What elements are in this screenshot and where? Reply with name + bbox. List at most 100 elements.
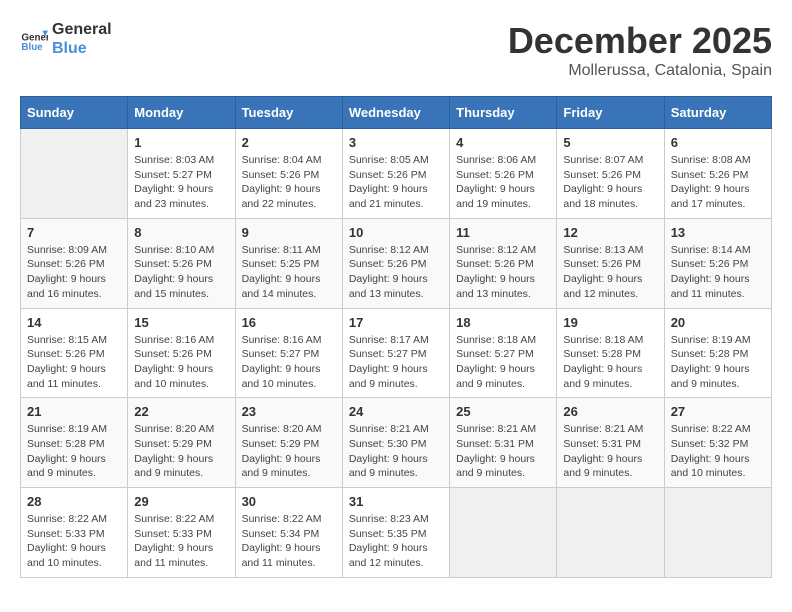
calendar-cell: 27Sunrise: 8:22 AM Sunset: 5:32 PM Dayli… xyxy=(664,398,771,488)
day-info: Sunrise: 8:12 AM Sunset: 5:26 PM Dayligh… xyxy=(349,243,443,302)
day-info: Sunrise: 8:09 AM Sunset: 5:26 PM Dayligh… xyxy=(27,243,121,302)
day-info: Sunrise: 8:10 AM Sunset: 5:26 PM Dayligh… xyxy=(134,243,228,302)
weekday-header-friday: Friday xyxy=(557,97,664,129)
calendar-cell: 24Sunrise: 8:21 AM Sunset: 5:30 PM Dayli… xyxy=(342,398,449,488)
calendar-cell: 14Sunrise: 8:15 AM Sunset: 5:26 PM Dayli… xyxy=(21,308,128,398)
calendar-body: 1 Sunrise: 8:03 AM Sunset: 5:27 PM Daylig… xyxy=(21,129,772,578)
day-number: 7 xyxy=(27,225,121,240)
calendar-week-5: 28 Sunrise: 8:22 AM Sunset: 5:33 PM Dayli… xyxy=(21,488,772,578)
day-number: 25 xyxy=(456,404,550,419)
weekday-header-saturday: Saturday xyxy=(664,97,771,129)
calendar-cell: 26Sunrise: 8:21 AM Sunset: 5:31 PM Dayli… xyxy=(557,398,664,488)
day-info: Sunrise: 8:19 AM Sunset: 5:28 PM Dayligh… xyxy=(27,422,121,481)
logo-icon: General Blue xyxy=(20,25,48,53)
day-number: 20 xyxy=(671,315,765,330)
day-info: Sunrise: 8:21 AM Sunset: 5:30 PM Dayligh… xyxy=(349,422,443,481)
day-info: Sunrise: 8:22 AM Sunset: 5:33 PM Dayligh… xyxy=(134,512,228,571)
day-number: 31 xyxy=(349,494,443,509)
calendar-table: SundayMondayTuesdayWednesdayThursdayFrid… xyxy=(20,96,772,578)
day-info: Sunrise: 8:23 AM Sunset: 5:35 PM Dayligh… xyxy=(349,512,443,571)
day-info: Sunrise: 8:12 AM Sunset: 5:26 PM Dayligh… xyxy=(456,243,550,302)
svg-text:Blue: Blue xyxy=(21,42,43,53)
calendar-cell: 15 Sunrise: 8:16 AM Sunset: 5:26 PM Dayli… xyxy=(128,308,235,398)
calendar-week-1: 1 Sunrise: 8:03 AM Sunset: 5:27 PM Daylig… xyxy=(21,129,772,219)
calendar-header-row: SundayMondayTuesdayWednesdayThursdayFrid… xyxy=(21,97,772,129)
day-number: 6 xyxy=(671,135,765,150)
day-number: 2 xyxy=(242,135,336,150)
weekday-header-tuesday: Tuesday xyxy=(235,97,342,129)
weekday-header-sunday: Sunday xyxy=(21,97,128,129)
day-number: 10 xyxy=(349,225,443,240)
day-number: 5 xyxy=(563,135,657,150)
calendar-cell: 29 Sunrise: 8:22 AM Sunset: 5:33 PM Dayli… xyxy=(128,488,235,578)
calendar-cell: 10 Sunrise: 8:12 AM Sunset: 5:26 PM Dayli… xyxy=(342,218,449,308)
day-info: Sunrise: 8:05 AM Sunset: 5:26 PM Dayligh… xyxy=(349,153,443,212)
day-info: Sunrise: 8:21 AM Sunset: 5:31 PM Dayligh… xyxy=(456,422,550,481)
calendar-cell: 25 Sunrise: 8:21 AM Sunset: 5:31 PM Dayli… xyxy=(450,398,557,488)
calendar-cell: 30 Sunrise: 8:22 AM Sunset: 5:34 PM Dayli… xyxy=(235,488,342,578)
weekday-header-wednesday: Wednesday xyxy=(342,97,449,129)
day-number: 16 xyxy=(242,315,336,330)
calendar-cell xyxy=(21,129,128,219)
weekday-header-thursday: Thursday xyxy=(450,97,557,129)
calendar-cell: 17 Sunrise: 8:17 AM Sunset: 5:27 PM Dayli… xyxy=(342,308,449,398)
calendar-cell: 18Sunrise: 8:18 AM Sunset: 5:27 PM Dayli… xyxy=(450,308,557,398)
day-number: 14 xyxy=(27,315,121,330)
day-number: 4 xyxy=(456,135,550,150)
day-info: Sunrise: 8:03 AM Sunset: 5:27 PM Dayligh… xyxy=(134,153,228,212)
day-number: 21 xyxy=(27,404,121,419)
day-number: 12 xyxy=(563,225,657,240)
calendar-cell xyxy=(664,488,771,578)
day-info: Sunrise: 8:14 AM Sunset: 5:26 PM Dayligh… xyxy=(671,243,765,302)
calendar-cell: 11Sunrise: 8:12 AM Sunset: 5:26 PM Dayli… xyxy=(450,218,557,308)
calendar-cell: 22 Sunrise: 8:20 AM Sunset: 5:29 PM Dayli… xyxy=(128,398,235,488)
day-number: 22 xyxy=(134,404,228,419)
calendar-cell: 2Sunrise: 8:04 AM Sunset: 5:26 PM Daylig… xyxy=(235,129,342,219)
calendar-cell: 5Sunrise: 8:07 AM Sunset: 5:26 PM Daylig… xyxy=(557,129,664,219)
day-info: Sunrise: 8:16 AM Sunset: 5:27 PM Dayligh… xyxy=(242,333,336,392)
calendar-cell: 19 Sunrise: 8:18 AM Sunset: 5:28 PM Dayli… xyxy=(557,308,664,398)
day-info: Sunrise: 8:22 AM Sunset: 5:34 PM Dayligh… xyxy=(242,512,336,571)
day-info: Sunrise: 8:22 AM Sunset: 5:33 PM Dayligh… xyxy=(27,512,121,571)
day-number: 23 xyxy=(242,404,336,419)
day-number: 30 xyxy=(242,494,336,509)
calendar-cell: 8 Sunrise: 8:10 AM Sunset: 5:26 PM Daylig… xyxy=(128,218,235,308)
day-info: Sunrise: 8:16 AM Sunset: 5:26 PM Dayligh… xyxy=(134,333,228,392)
day-number: 19 xyxy=(563,315,657,330)
day-number: 3 xyxy=(349,135,443,150)
calendar-cell: 31 Sunrise: 8:23 AM Sunset: 5:35 PM Dayli… xyxy=(342,488,449,578)
day-info: Sunrise: 8:11 AM Sunset: 5:25 PM Dayligh… xyxy=(242,243,336,302)
calendar-cell: 3 Sunrise: 8:05 AM Sunset: 5:26 PM Daylig… xyxy=(342,129,449,219)
day-info: Sunrise: 8:18 AM Sunset: 5:27 PM Dayligh… xyxy=(456,333,550,392)
day-number: 8 xyxy=(134,225,228,240)
calendar-week-3: 14Sunrise: 8:15 AM Sunset: 5:26 PM Dayli… xyxy=(21,308,772,398)
day-number: 17 xyxy=(349,315,443,330)
page-title: December 2025 xyxy=(508,20,772,62)
day-info: Sunrise: 8:20 AM Sunset: 5:29 PM Dayligh… xyxy=(134,422,228,481)
day-info: Sunrise: 8:21 AM Sunset: 5:31 PM Dayligh… xyxy=(563,422,657,481)
calendar-cell: 9 Sunrise: 8:11 AM Sunset: 5:25 PM Daylig… xyxy=(235,218,342,308)
logo-general: General xyxy=(52,20,112,39)
day-number: 1 xyxy=(134,135,228,150)
calendar-cell: 21 Sunrise: 8:19 AM Sunset: 5:28 PM Dayli… xyxy=(21,398,128,488)
day-info: Sunrise: 8:13 AM Sunset: 5:26 PM Dayligh… xyxy=(563,243,657,302)
day-info: Sunrise: 8:18 AM Sunset: 5:28 PM Dayligh… xyxy=(563,333,657,392)
calendar-cell: 6 Sunrise: 8:08 AM Sunset: 5:26 PM Daylig… xyxy=(664,129,771,219)
calendar-cell xyxy=(557,488,664,578)
title-area: December 2025 Mollerussa, Catalonia, Spa… xyxy=(508,20,772,80)
day-number: 15 xyxy=(134,315,228,330)
day-info: Sunrise: 8:22 AM Sunset: 5:32 PM Dayligh… xyxy=(671,422,765,481)
calendar-cell: 1 Sunrise: 8:03 AM Sunset: 5:27 PM Daylig… xyxy=(128,129,235,219)
day-info: Sunrise: 8:08 AM Sunset: 5:26 PM Dayligh… xyxy=(671,153,765,212)
day-number: 28 xyxy=(27,494,121,509)
calendar-cell: 7 Sunrise: 8:09 AM Sunset: 5:26 PM Daylig… xyxy=(21,218,128,308)
calendar-cell: 12 Sunrise: 8:13 AM Sunset: 5:26 PM Dayli… xyxy=(557,218,664,308)
day-number: 9 xyxy=(242,225,336,240)
day-number: 29 xyxy=(134,494,228,509)
calendar-week-2: 7 Sunrise: 8:09 AM Sunset: 5:26 PM Daylig… xyxy=(21,218,772,308)
calendar-cell: 4Sunrise: 8:06 AM Sunset: 5:26 PM Daylig… xyxy=(450,129,557,219)
day-info: Sunrise: 8:17 AM Sunset: 5:27 PM Dayligh… xyxy=(349,333,443,392)
day-info: Sunrise: 8:20 AM Sunset: 5:29 PM Dayligh… xyxy=(242,422,336,481)
logo-blue: Blue xyxy=(52,39,112,58)
page-subtitle: Mollerussa, Catalonia, Spain xyxy=(508,62,772,80)
